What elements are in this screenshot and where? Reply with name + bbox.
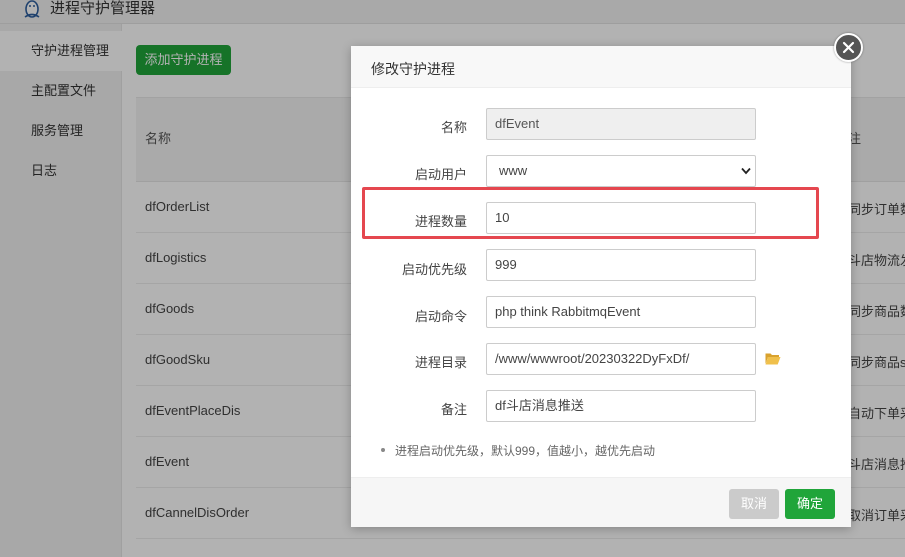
priority-input[interactable]: 999 <box>486 249 756 281</box>
name-label: 名称 <box>440 120 467 135</box>
user-label: 启动用户 <box>414 167 467 182</box>
dialog-close-button[interactable] <box>834 33 863 62</box>
process-count-input[interactable]: 10 <box>486 202 756 234</box>
command-input[interactable]: php think RabbitmqEvent <box>486 296 756 328</box>
edit-process-dialog: 修改守护进程 名称 dfEvent 启动用户 www 进程数量 10 启动优先级… <box>351 46 851 527</box>
count-label: 进程数量 <box>414 214 467 229</box>
dialog-header: 修改守护进程 <box>351 46 851 88</box>
directory-label: 进程目录 <box>414 355 467 370</box>
remark-label: 备注 <box>440 402 467 417</box>
command-label: 启动命令 <box>414 309 467 324</box>
dialog-footer: 取消 确定 <box>351 477 851 527</box>
close-icon <box>842 41 855 54</box>
user-select[interactable]: www <box>486 155 756 187</box>
cancel-button[interactable]: 取消 <box>729 489 780 519</box>
dialog-title: 修改守护进程 <box>371 61 455 77</box>
folder-icon[interactable] <box>765 352 781 365</box>
priority-label: 启动优先级 <box>401 262 467 277</box>
confirm-button[interactable]: 确定 <box>785 489 836 519</box>
priority-hint: 进程启动优先级，默认999，值越小，越优先启动 <box>380 444 656 458</box>
chevron-down-icon <box>741 167 751 175</box>
user-select-value: www <box>499 163 528 178</box>
remark-input[interactable]: df斗店消息推送 <box>486 390 756 422</box>
directory-input[interactable]: /www/wwwroot/20230322DyFxDf/ <box>486 343 756 375</box>
name-field[interactable]: dfEvent <box>486 108 756 140</box>
